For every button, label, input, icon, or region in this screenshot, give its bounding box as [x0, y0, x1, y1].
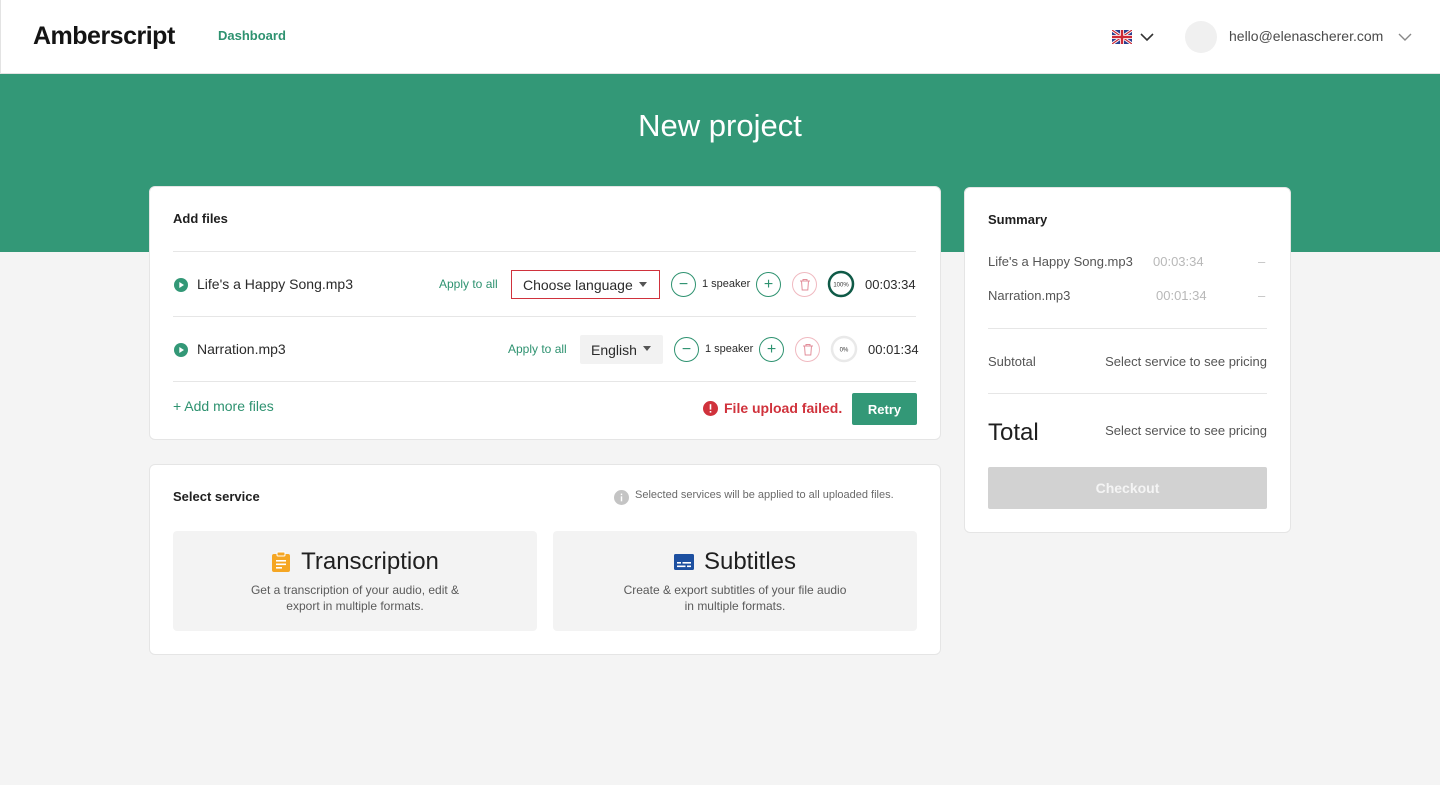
nav-dashboard-link[interactable]: Dashboard: [218, 28, 286, 43]
upload-progress-ring: 100%: [827, 270, 855, 298]
retry-button[interactable]: Retry: [852, 393, 917, 425]
language-select-value: Choose language: [523, 276, 633, 293]
apply-to-all-link[interactable]: Apply to all: [439, 277, 498, 291]
page-title: New project: [638, 108, 802, 143]
summary-file-price: –: [1258, 288, 1266, 303]
service-title: Subtitles: [703, 548, 797, 575]
subtotal-value: Select service to see pricing: [1105, 354, 1267, 369]
service-tile-subtitles[interactable]: Subtitles Create & export subtitles of y…: [553, 531, 917, 631]
clipboard-icon: [272, 551, 291, 572]
speaker-count: 1 speaker: [702, 278, 751, 290]
user-avatar[interactable]: [1185, 21, 1217, 53]
file-name: Narration.mp3: [197, 341, 286, 357]
increase-speaker-button[interactable]: +: [759, 337, 784, 362]
divider: [173, 251, 916, 252]
divider: [173, 316, 916, 317]
top-navigation-bar: Amberscript Dashboard hello@elenascherer…: [0, 0, 1440, 74]
service-description: Create & export subtitles of your file a…: [623, 583, 847, 613]
language-select-value: English: [591, 341, 637, 358]
summary-file-price: –: [1258, 254, 1266, 269]
total-label: Total: [988, 419, 1039, 446]
trash-icon: [799, 279, 810, 291]
error-icon: [703, 401, 718, 416]
upload-progress-ring: 0%: [830, 335, 858, 363]
checkout-button[interactable]: Checkout: [988, 467, 1267, 509]
select-service-title: Select service: [173, 489, 260, 504]
subtitles-icon: [673, 554, 694, 570]
uk-flag-icon[interactable]: [1112, 30, 1132, 44]
subtotal-label: Subtotal: [988, 354, 1036, 369]
delete-file-button[interactable]: [795, 337, 820, 362]
summary-file-duration: 00:03:34: [1153, 254, 1204, 269]
decrease-speaker-button[interactable]: −: [674, 337, 699, 362]
play-icon[interactable]: [174, 343, 188, 357]
summary-file-duration: 00:01:34: [1156, 288, 1207, 303]
upload-error-message: File upload failed.: [724, 400, 843, 416]
delete-file-button[interactable]: [792, 272, 817, 297]
divider: [173, 381, 916, 382]
user-email[interactable]: hello@elenascherer.com: [1229, 28, 1383, 44]
service-description: Get a transcription of your audio, edit …: [250, 583, 460, 613]
service-title: Transcription: [301, 548, 439, 575]
progress-label: 0%: [840, 348, 849, 354]
amberscript-logo[interactable]: Amberscript: [33, 22, 175, 51]
play-icon[interactable]: [174, 278, 188, 292]
summary-file-name: Life's a Happy Song.mp3: [988, 254, 1133, 269]
language-chevron-down-icon[interactable]: [1139, 29, 1155, 45]
service-info-text: Selected services will be applied to all…: [635, 489, 894, 501]
file-duration: 00:01:34: [868, 342, 919, 357]
file-name: Life's a Happy Song.mp3: [197, 276, 353, 292]
increase-speaker-button[interactable]: +: [756, 272, 781, 297]
progress-label: 100%: [833, 283, 849, 289]
total-value: Select service to see pricing: [1105, 423, 1267, 438]
divider: [988, 328, 1267, 329]
trash-icon: [802, 344, 813, 356]
caret-down-icon: [639, 282, 647, 287]
divider: [988, 393, 1267, 394]
decrease-speaker-button[interactable]: −: [671, 272, 696, 297]
summary-file-name: Narration.mp3: [988, 288, 1071, 303]
add-files-title: Add files: [173, 211, 228, 226]
add-more-files-link[interactable]: + Add more files: [173, 398, 274, 414]
apply-to-all-link[interactable]: Apply to all: [508, 342, 567, 356]
caret-down-icon: [643, 346, 651, 351]
speaker-count: 1 speaker: [705, 343, 754, 355]
language-select[interactable]: English: [580, 335, 663, 364]
user-menu-chevron-down-icon[interactable]: [1397, 29, 1413, 45]
language-select[interactable]: Choose language: [511, 270, 660, 299]
info-icon: [614, 490, 629, 505]
file-duration: 00:03:34: [865, 277, 916, 292]
summary-title: Summary: [988, 212, 1048, 227]
service-tile-transcription[interactable]: Transcription Get a transcription of you…: [173, 531, 537, 631]
